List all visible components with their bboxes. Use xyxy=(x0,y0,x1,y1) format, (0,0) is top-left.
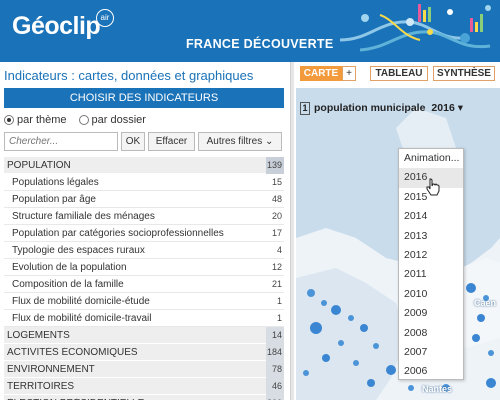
row-count: 4 xyxy=(276,245,282,255)
dropdown-option-year[interactable]: 2011 xyxy=(399,265,463,284)
dropdown-option-year[interactable]: 2010 xyxy=(399,285,463,304)
year-selected-value: 2016 xyxy=(431,102,455,114)
app-header: Géoclip air FRANCE DÉCOUVERTE xyxy=(0,0,500,62)
subcategory-row[interactable]: Evolution de la population 12 xyxy=(4,259,284,276)
ok-button[interactable]: OK xyxy=(121,132,145,151)
radio-by-folder[interactable]: par dossier xyxy=(78,114,146,126)
dropdown-option-year[interactable]: 2014 xyxy=(399,207,463,226)
add-map-button[interactable]: + xyxy=(342,66,356,81)
tab-carte[interactable]: CARTE xyxy=(300,66,342,81)
indicator-list: POPULATION 139 Populations légales 15 Popula… xyxy=(4,156,284,400)
indicators-panel: Indicateurs : cartes, données et graphiq… xyxy=(0,62,290,400)
dropdown-option-year[interactable]: 2007 xyxy=(399,343,463,362)
subcategory-row[interactable]: Population par catégories socioprofessio… xyxy=(4,225,284,242)
row-label: ENVIRONNEMENT xyxy=(7,363,95,375)
category-row[interactable]: ÉLECTION PRÉSIDENTIELLE300 xyxy=(4,394,284,400)
hand-cursor-icon xyxy=(426,178,440,196)
row-count: 21 xyxy=(271,279,282,289)
view-tabs: CARTE + TABLEAU SYNTHÈSE xyxy=(294,62,500,86)
row-count: 12 xyxy=(271,262,282,272)
search-row: OK Effacer Autres filtres ⌄ xyxy=(4,132,284,151)
row-count: 14 xyxy=(266,326,284,344)
category-row[interactable]: ENVIRONNEMENT 78 xyxy=(4,360,284,378)
row-count: 1 xyxy=(276,313,282,323)
dropdown-option-year[interactable]: 2006 xyxy=(399,362,463,381)
row-label: Population par âge xyxy=(12,193,96,205)
row-label: Flux de mobilité domicile-étude xyxy=(12,295,150,307)
browse-mode-group: par thème par dossier xyxy=(4,113,284,127)
row-count: 139 xyxy=(266,156,284,174)
row-label: Evolution de la population xyxy=(12,261,127,273)
panel-title: Indicateurs : cartes, données et graphiq… xyxy=(4,68,254,83)
dropdown-option-year[interactable]: 2008 xyxy=(399,324,463,343)
row-count: 184 xyxy=(266,343,284,361)
indicator-header: 1 population municipale 2016 ▾ xyxy=(296,100,500,116)
radio-checked-icon[interactable] xyxy=(4,115,14,125)
tab-tableau[interactable]: TABLEAU xyxy=(370,66,428,81)
map-view[interactable]: 1 population municipale 2016 ▾ Caen Nant… xyxy=(296,88,500,400)
dropdown-option-year[interactable]: 2009 xyxy=(399,304,463,323)
subcategory-row[interactable]: Population par âge 48 xyxy=(4,191,284,208)
dropdown-option-year[interactable]: 2012 xyxy=(399,246,463,265)
radio-unchecked-icon[interactable] xyxy=(78,115,89,125)
row-label: TERRITOIRES xyxy=(7,380,75,392)
row-count: 15 xyxy=(271,177,282,187)
category-row[interactable]: LOGEMENTS 14 xyxy=(4,326,284,344)
row-label: Populations légales xyxy=(12,176,99,188)
radio-by-theme[interactable]: par thème xyxy=(4,114,67,126)
header-decoration-icon xyxy=(339,4,491,52)
row-count: 46 xyxy=(266,377,284,395)
row-label: Population par catégories socioprofessio… xyxy=(12,227,224,239)
map-label-nantes: Nantes xyxy=(422,384,453,394)
row-label: Typologie des espaces ruraux xyxy=(12,244,145,256)
row-count: 1 xyxy=(276,296,282,306)
other-filters-button[interactable]: Autres filtres ⌄ xyxy=(198,132,282,151)
dropdown-arrow-icon: ▾ xyxy=(457,102,463,114)
row-label: Composition de la famille xyxy=(12,278,124,290)
row-count: 300 xyxy=(266,394,284,400)
clear-button[interactable]: Effacer xyxy=(148,132,195,151)
search-input[interactable] xyxy=(4,132,118,151)
category-row[interactable]: TERRITOIRES 46 xyxy=(4,377,284,395)
row-label: Flux de mobilité domicile-travail xyxy=(12,312,152,324)
row-count: 17 xyxy=(271,228,282,238)
map-panel: CARTE + TABLEAU SYNTHÈSE 1 population mu… xyxy=(294,62,500,400)
map-label-caen: Caen xyxy=(474,298,497,308)
subcategory-row[interactable]: Flux de mobilité domicile-étude 1 xyxy=(4,293,284,310)
subcategory-row[interactable]: Structure familiale des ménages 20 xyxy=(4,208,284,225)
tab-synthese[interactable]: SYNTHÈSE xyxy=(433,66,495,81)
row-label: LOGEMENTS xyxy=(7,329,70,341)
subcategory-row[interactable]: Composition de la famille 21 xyxy=(4,276,284,293)
row-count: 20 xyxy=(271,211,282,221)
indicator-title: population municipale xyxy=(314,102,426,114)
map-number-badge: 1 xyxy=(300,101,310,115)
category-row[interactable]: ACTIVITÉS ÉCONOMIQUES 184 xyxy=(4,343,284,361)
dropdown-option-animation[interactable]: Animation... xyxy=(399,149,463,168)
category-row[interactable]: POPULATION 139 xyxy=(4,156,284,174)
chevron-down-icon: ⌄ xyxy=(264,136,274,147)
subcategory-row[interactable]: Populations légales 15 xyxy=(4,174,284,191)
row-count: 78 xyxy=(266,360,284,378)
subcategory-row[interactable]: Typologie des espaces ruraux 4 xyxy=(4,242,284,259)
subcategory-row[interactable]: Flux de mobilité domicile-travail 1 xyxy=(4,310,284,327)
year-selector[interactable]: 2016 ▾ xyxy=(431,102,463,114)
logo-badge: air xyxy=(96,9,114,27)
row-label: POPULATION xyxy=(7,159,71,171)
other-filters-label: Autres filtres xyxy=(206,136,263,147)
app-logo[interactable]: Géoclip xyxy=(12,12,101,41)
radio-by-theme-label: par thème xyxy=(17,114,67,126)
choose-indicators-button[interactable]: CHOISIR DES INDICATEURS xyxy=(4,88,284,108)
row-count: 48 xyxy=(271,194,282,204)
dropdown-option-year[interactable]: 2013 xyxy=(399,227,463,246)
row-label: Structure familiale des ménages xyxy=(12,210,155,222)
row-label: ACTIVITÉS ÉCONOMIQUES xyxy=(7,346,138,358)
radio-by-folder-label: par dossier xyxy=(91,114,146,126)
